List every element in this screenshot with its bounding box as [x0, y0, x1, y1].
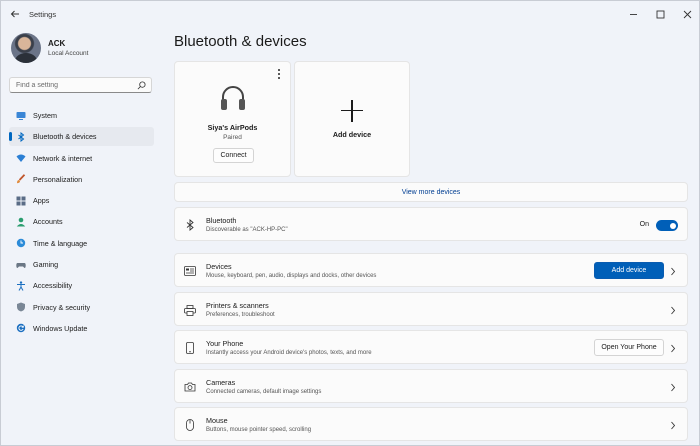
window-controls	[620, 1, 699, 27]
update-icon	[16, 323, 26, 333]
sidebar-item-apps[interactable]: Apps	[9, 191, 154, 210]
sidebar-item-gaming[interactable]: Gaming	[9, 255, 154, 274]
sidebar-item-bluetooth[interactable]: Bluetooth & devices	[9, 127, 154, 147]
row-subtitle: Connected cameras, default image setting…	[206, 389, 322, 395]
camera-icon	[184, 381, 196, 393]
chevron-right-icon	[669, 305, 677, 315]
bluetooth-toggle[interactable]	[656, 220, 678, 231]
sidebar-item-accessibility[interactable]: Accessibility	[9, 276, 154, 295]
avatar	[11, 33, 41, 63]
devices-row[interactable]: Devices Mouse, keyboard, pen, audio, dis…	[174, 253, 688, 287]
search-box	[9, 77, 152, 93]
chevron-right-icon	[669, 266, 677, 276]
row-title: Your Phone	[206, 339, 244, 348]
title-bar: Settings	[1, 1, 699, 27]
sidebar-item-label: Network & internet	[33, 153, 93, 163]
row-title: Bluetooth	[206, 216, 237, 225]
wifi-icon	[16, 153, 26, 163]
more-options-icon[interactable]	[276, 69, 282, 79]
maximize-button[interactable]	[647, 1, 674, 27]
back-button[interactable]	[9, 8, 21, 20]
mouse-row[interactable]: Mouse Buttons, mouse pointer speed, scro…	[174, 407, 688, 441]
chevron-right-icon	[669, 382, 677, 392]
connect-button[interactable]: Connect	[213, 148, 254, 163]
sidebar-item-label: Time & language	[33, 238, 88, 248]
add-device-button[interactable]: Add device	[594, 262, 664, 279]
accessibility-icon	[16, 281, 26, 291]
person-icon	[16, 217, 26, 227]
sidebar-item-label: Bluetooth & devices	[33, 132, 97, 142]
sidebar-item-time-language[interactable]: Time & language	[9, 234, 154, 253]
add-device-label: Add device	[332, 129, 372, 139]
gamepad-icon	[16, 260, 26, 270]
toggle-state-label: On	[639, 221, 649, 228]
monitor-icon	[16, 111, 26, 121]
headphones-icon	[221, 86, 245, 110]
row-subtitle: Preferences, troubleshoot	[206, 312, 275, 318]
profile-account-type: Local Account	[48, 50, 89, 57]
chevron-right-icon	[669, 343, 677, 353]
sidebar-item-label: Personalization	[33, 174, 83, 184]
view-more-devices-link[interactable]: View more devices	[174, 182, 688, 202]
device-card-airpods[interactable]: Siya's AirPods Paired Connect	[174, 61, 291, 177]
bluetooth-icon	[16, 131, 26, 142]
globe-clock-icon	[16, 238, 26, 248]
sidebar-item-label: Apps	[33, 196, 50, 206]
shield-icon	[16, 302, 26, 312]
cameras-row[interactable]: Cameras Connected cameras, default image…	[174, 369, 688, 403]
sidebar-item-label: Privacy & security	[33, 302, 91, 312]
plus-icon	[341, 99, 363, 122]
close-icon	[683, 10, 692, 18]
device-name: Siya's AirPods	[207, 123, 258, 132]
app-title: Settings	[29, 10, 57, 19]
row-title: Printers & scanners	[206, 301, 269, 310]
arrow-left-icon	[10, 10, 19, 18]
page-title: Bluetooth & devices	[174, 33, 307, 50]
row-title: Mouse	[206, 416, 228, 425]
sidebar-item-system[interactable]: System	[9, 106, 154, 125]
printer-icon	[184, 304, 196, 316]
row-title: Devices	[206, 262, 232, 271]
row-subtitle: Buttons, mouse pointer speed, scrolling	[206, 427, 312, 433]
chevron-right-icon	[669, 420, 677, 430]
close-button[interactable]	[674, 1, 699, 27]
sidebar-item-windows-update[interactable]: Windows Update	[9, 319, 154, 338]
sidebar-item-network[interactable]: Network & internet	[9, 149, 154, 168]
bluetooth-row: Bluetooth Discoverable as "ACK-HP-PC" On	[174, 207, 688, 241]
row-subtitle: Mouse, keyboard, pen, audio, displays an…	[206, 273, 377, 279]
printers-row[interactable]: Printers & scanners Preferences, trouble…	[174, 292, 688, 326]
row-title: Cameras	[206, 378, 236, 387]
sidebar-item-privacy-security[interactable]: Privacy & security	[9, 298, 154, 317]
sidebar-item-label: Gaming	[33, 260, 59, 270]
phone-icon	[184, 342, 196, 354]
sidebar: ACK Local Account System Bluetooth & dev…	[1, 27, 161, 445]
profile[interactable]: ACK Local Account	[11, 33, 88, 63]
sidebar-item-label: Accessibility	[33, 281, 73, 291]
profile-name: ACK	[48, 39, 66, 48]
your-phone-row[interactable]: Your Phone Instantly access your Android…	[174, 330, 688, 364]
add-device-card[interactable]: Add device	[294, 61, 410, 177]
profile-text: ACK Local Account	[48, 39, 88, 57]
open-your-phone-button[interactable]: Open Your Phone	[594, 339, 664, 356]
search-input[interactable]	[16, 81, 136, 89]
brush-icon	[16, 174, 26, 184]
device-status: Paired	[223, 134, 242, 141]
sidebar-item-personalization[interactable]: Personalization	[9, 170, 154, 189]
sidebar-item-label: Accounts	[33, 217, 63, 227]
apps-icon	[16, 196, 26, 206]
row-subtitle: Instantly access your Android device's p…	[206, 350, 372, 356]
sidebar-item-label: System	[33, 111, 57, 120]
sidebar-nav: System Bluetooth & devices Network & int…	[9, 106, 154, 340]
maximize-icon	[656, 10, 665, 18]
minimize-button[interactable]	[620, 1, 647, 27]
bluetooth-icon	[184, 219, 196, 231]
search-icon[interactable]	[137, 81, 146, 90]
row-subtitle: Discoverable as "ACK-HP-PC"	[206, 227, 288, 233]
settings-window: Settings ACK Local Account Find a settin…	[0, 0, 700, 446]
minimize-icon	[630, 13, 637, 15]
sidebar-item-accounts[interactable]: Accounts	[9, 212, 154, 231]
mouse-icon	[184, 419, 196, 431]
keyboard-icon	[184, 265, 196, 277]
sidebar-item-label: Windows Update	[33, 323, 88, 333]
